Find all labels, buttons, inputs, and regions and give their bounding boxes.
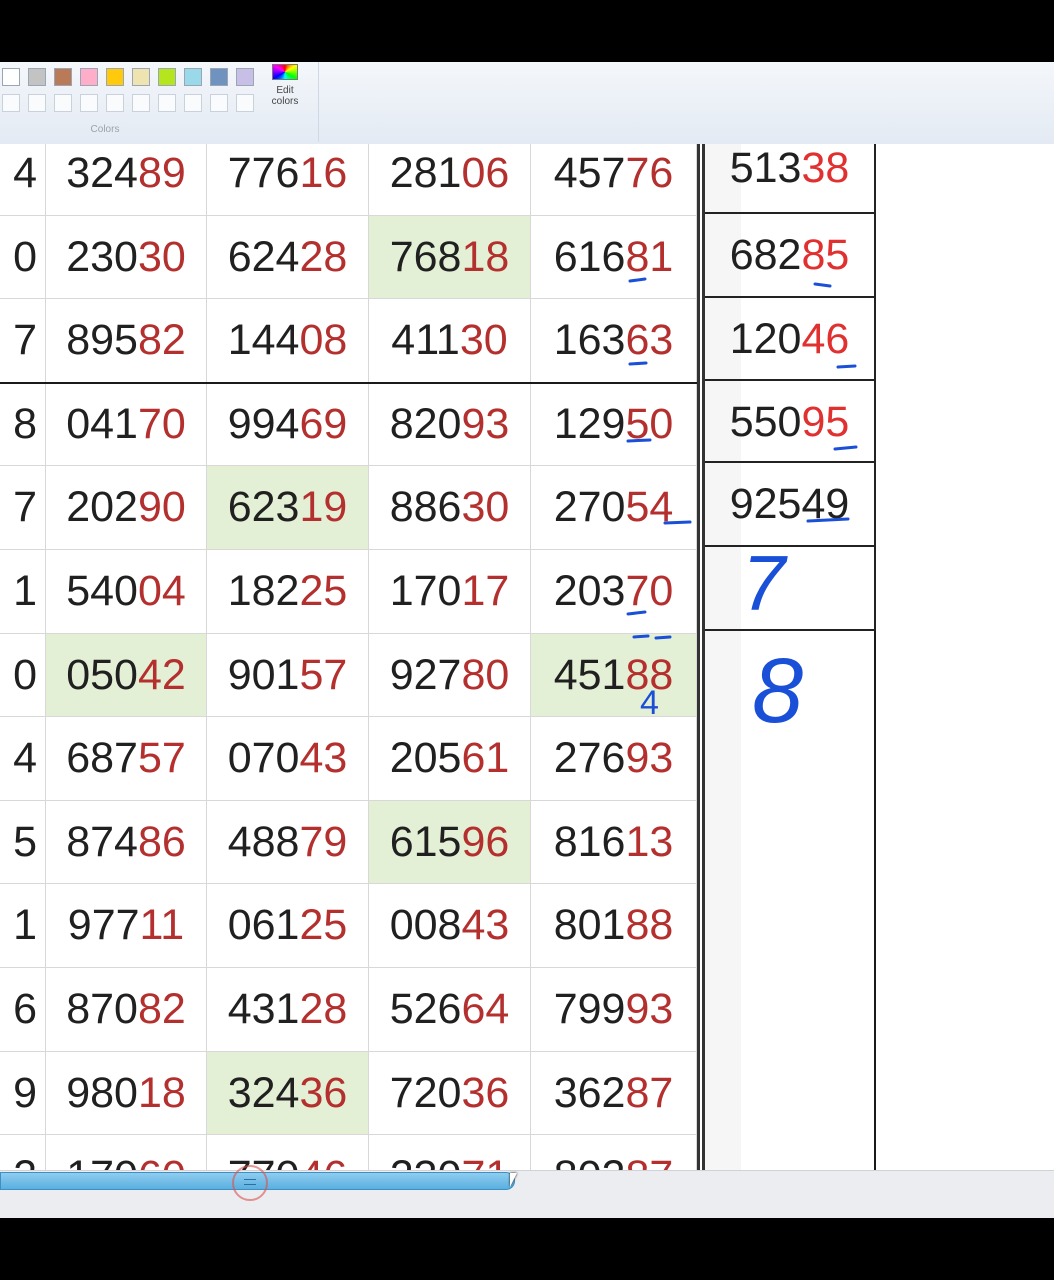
ink-stroke [626, 610, 647, 616]
color-swatch[interactable] [210, 68, 228, 86]
color-swatch[interactable] [158, 68, 176, 86]
colors-group-label: Colors [90, 124, 120, 135]
empty-color-slot[interactable] [28, 94, 46, 112]
color-swatch[interactable] [106, 68, 124, 86]
empty-color-slot[interactable] [184, 94, 202, 112]
color-swatch[interactable] [54, 68, 72, 86]
paint-canvas[interactable]: 4 32489 77616 28106 45776 0 23030 62428 76818 616… [0, 144, 1054, 1170]
ink-stroke [632, 634, 650, 639]
color-swatch[interactable] [132, 68, 150, 86]
empty-color-slot[interactable] [132, 94, 150, 112]
empty-color-slot[interactable] [80, 94, 98, 112]
ink-stroke [813, 282, 832, 288]
handwritten-digit-4: 4 [640, 684, 659, 722]
colors-group: Edit colors Colors [0, 62, 319, 142]
handwritten-digit-8: 8 [752, 640, 803, 742]
color-swatch[interactable] [80, 68, 98, 86]
paint-ribbon: Edit colors Colors [0, 62, 1054, 145]
handwritten-digit-7: 7 [742, 539, 788, 627]
ink-stroke [806, 517, 850, 523]
empty-color-slot[interactable] [236, 94, 254, 112]
empty-color-slot[interactable] [2, 94, 20, 112]
bottom-black-bar [0, 1218, 1054, 1280]
empty-color-slot[interactable] [158, 94, 176, 112]
color-swatch[interactable] [184, 68, 202, 86]
color-swatch[interactable] [28, 68, 46, 86]
color-swatch[interactable] [236, 68, 254, 86]
ink-stroke [833, 445, 858, 451]
horizontal-scrollbar[interactable] [0, 1165, 1054, 1219]
ink-stroke [626, 438, 652, 443]
ink-stroke [836, 364, 857, 369]
edit-colors-button[interactable]: Edit colors [262, 64, 308, 120]
top-black-bar [0, 0, 1054, 62]
ink-stroke [628, 361, 648, 366]
handwriting-layer: 7 8 4 [626, 277, 858, 742]
empty-color-slot[interactable] [106, 94, 124, 112]
mouse-cursor-icon [510, 1173, 524, 1187]
empty-color-slot[interactable] [210, 94, 228, 112]
empty-color-slot[interactable] [54, 94, 72, 112]
ink-stroke [654, 635, 672, 640]
color-wheel-icon [272, 64, 298, 80]
ink-stroke [628, 277, 647, 283]
edit-colors-label: Edit colors [271, 85, 299, 107]
ink-stroke [663, 520, 692, 525]
color-swatch[interactable] [2, 68, 20, 86]
click-indicator [232, 1165, 268, 1201]
